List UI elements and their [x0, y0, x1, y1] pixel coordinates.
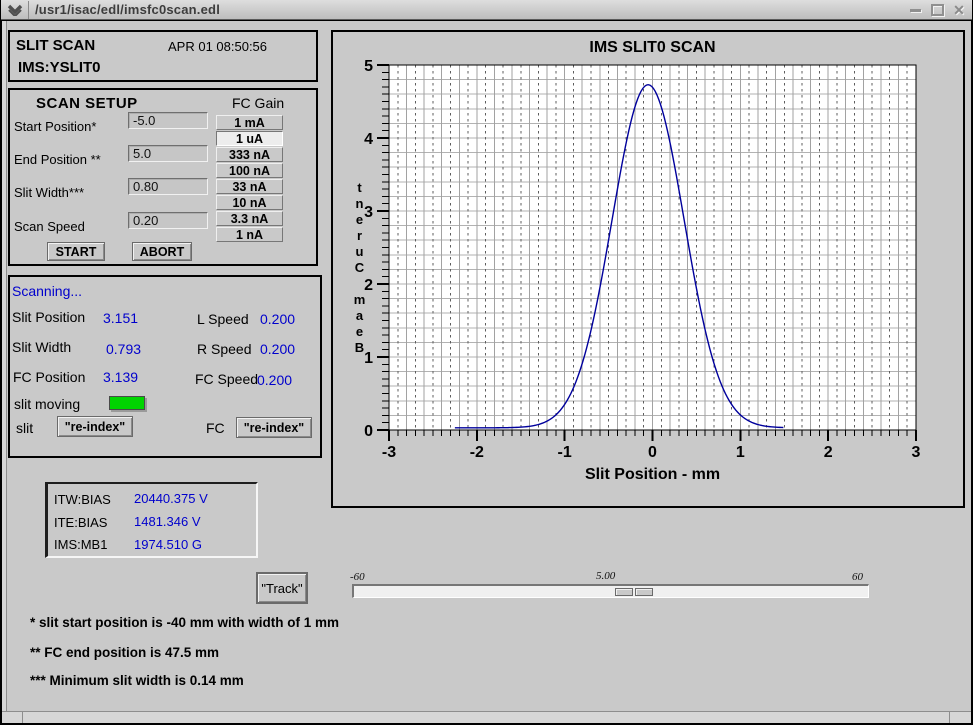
slider-thumb-left-half: [615, 588, 633, 596]
footnote-fc-end: ** FC end position is 47.5 mm: [30, 645, 219, 660]
start-position-label: Start Position*: [14, 119, 96, 134]
scan-plot-panel: IMS SLIT0 SCAN tneruC maeB 012345-3-2-10…: [331, 30, 965, 508]
edm-window: { "window": { "title": "/usr1/isac/edl/i…: [0, 0, 973, 725]
maximize-button[interactable]: [930, 3, 944, 17]
fc-gain-title: FC Gain: [232, 95, 284, 111]
resize-handle-seam: [22, 712, 23, 723]
svg-text:-2: -2: [470, 444, 484, 461]
footnote-slit-start: * slit start position is -40 mm with wid…: [30, 615, 339, 630]
abort-button[interactable]: ABORT: [132, 242, 192, 261]
svg-text:1: 1: [364, 350, 373, 367]
window-controls: ✕: [908, 0, 966, 20]
position-slider-thumb[interactable]: [615, 588, 653, 596]
slit-moving-indicator: [109, 396, 145, 410]
track-button[interactable]: "Track": [256, 572, 308, 604]
fc-speed-label: FC Speed: [195, 371, 258, 387]
start-button[interactable]: START: [47, 242, 105, 261]
l-speed-label: L Speed: [197, 311, 249, 327]
close-button[interactable]: ✕: [952, 3, 966, 17]
slit-width-input[interactable]: [128, 178, 208, 195]
minimize-icon: [910, 9, 921, 12]
footnote-min-width: *** Minimum slit width is 0.14 mm: [30, 673, 244, 688]
slit-reindex-button[interactable]: "re-index": [57, 416, 133, 437]
svg-text:4: 4: [364, 131, 373, 148]
r-speed-value: 0.200: [260, 341, 295, 357]
fc-position-label: FC Position: [13, 369, 85, 385]
resize-handle-seam: [949, 712, 950, 723]
end-position-label: End Position **: [14, 152, 101, 167]
scan-speed-label: Scan Speed: [14, 219, 85, 234]
slider-max-label: 60: [852, 571, 863, 583]
svg-text:3: 3: [912, 444, 921, 461]
fc-gain-button-1nA[interactable]: 1 nA: [216, 227, 283, 242]
svg-text:3: 3: [364, 204, 373, 221]
status-panel: Scanning... Slit Position 3.151 L Speed …: [8, 275, 322, 458]
window-resize-frame-bottom[interactable]: [2, 711, 971, 723]
title-bar: /usr1/isac/edl/imsfc0scan.edl ✕: [1, 0, 972, 20]
scan-state-text: Scanning...: [12, 283, 82, 299]
itw-bias-label: ITW:BIAS: [54, 492, 111, 507]
timestamp: APR 01 08:50:56: [168, 39, 267, 54]
fc-reindex-button[interactable]: "re-index": [236, 417, 312, 438]
window-resize-frame-left[interactable]: [2, 21, 7, 711]
position-slider-track[interactable]: [352, 584, 869, 598]
fc-position-value: 3.139: [103, 369, 138, 385]
slider-value-label: 5.00: [596, 570, 615, 582]
end-position-input[interactable]: [128, 145, 208, 162]
svg-text:-1: -1: [558, 444, 572, 461]
scan-setup-title: SCAN SETUP: [36, 95, 138, 112]
slit-width-status-value: 0.793: [106, 341, 141, 357]
svg-text:0: 0: [364, 423, 373, 440]
svg-text:-3: -3: [382, 444, 396, 461]
svg-text:5: 5: [364, 58, 373, 75]
minimize-button[interactable]: [908, 3, 922, 17]
fc-gain-button-100nA[interactable]: 100 nA: [216, 163, 283, 178]
window-menu-button[interactable]: [2, 1, 29, 19]
r-speed-label: R Speed: [197, 341, 251, 357]
page-title: SLIT SCAN: [16, 37, 95, 54]
fc-gain-button-33nA[interactable]: 33 nA: [216, 179, 283, 194]
slit-label: slit: [16, 420, 33, 436]
svg-text:0: 0: [648, 444, 657, 461]
device-name: IMS:YSLIT0: [18, 59, 101, 76]
svg-text:1: 1: [736, 444, 745, 461]
slit-width-label: Slit Width***: [14, 185, 84, 200]
slit-position-label: Slit Position: [12, 309, 85, 325]
scan-setup-panel: SCAN SETUP FC Gain Start Position* End P…: [8, 88, 318, 266]
fc-gain-button-1uA[interactable]: 1 uA: [216, 131, 283, 146]
fc-gain-button-3.3nA[interactable]: 3.3 nA: [216, 211, 283, 226]
fc-label: FC: [206, 420, 225, 436]
svg-text:2: 2: [364, 277, 373, 294]
close-icon: ✕: [953, 3, 965, 17]
ite-bias-label: ITE:BIAS: [54, 515, 107, 530]
ite-bias-value: 1481.346 V: [134, 514, 201, 529]
plot-x-axis-label: Slit Position - mm: [389, 466, 916, 484]
slit-position-value: 3.151: [103, 310, 138, 326]
start-position-input[interactable]: [128, 112, 208, 129]
slit-moving-label: slit moving: [14, 396, 80, 412]
fc-gain-button-10nA[interactable]: 10 nA: [216, 195, 283, 210]
slit-width-status-label: Slit Width: [12, 339, 71, 355]
window-title: /usr1/isac/edl/imsfc0scan.edl: [35, 0, 220, 19]
maximize-icon: [931, 4, 944, 16]
ims-mb1-label: IMS:MB1: [54, 537, 107, 552]
l-speed-value: 0.200: [260, 311, 295, 327]
fc-speed-value: 0.200: [257, 372, 292, 388]
bias-readback-panel: ITW:BIAS 20440.375 V ITE:BIAS 1481.346 V…: [45, 482, 258, 558]
scan-plot: 0 1 2 3 4 5 -3 -2 -1 0 1 2 3: [333, 32, 963, 506]
header-panel: SLIT SCAN APR 01 08:50:56 IMS:YSLIT0: [8, 30, 318, 82]
fc-gain-button-333nA[interactable]: 333 nA: [216, 147, 283, 162]
svg-text:2: 2: [824, 444, 833, 461]
ims-mb1-value: 1974.510 G: [134, 537, 202, 552]
slider-min-label: -60: [350, 571, 365, 583]
itw-bias-value: 20440.375 V: [134, 491, 208, 506]
fc-gain-button-1mA[interactable]: 1 mA: [216, 115, 283, 130]
slider-thumb-right-half: [635, 588, 653, 596]
scan-speed-input[interactable]: [128, 212, 208, 229]
chevron-down-icon: [7, 4, 23, 16]
